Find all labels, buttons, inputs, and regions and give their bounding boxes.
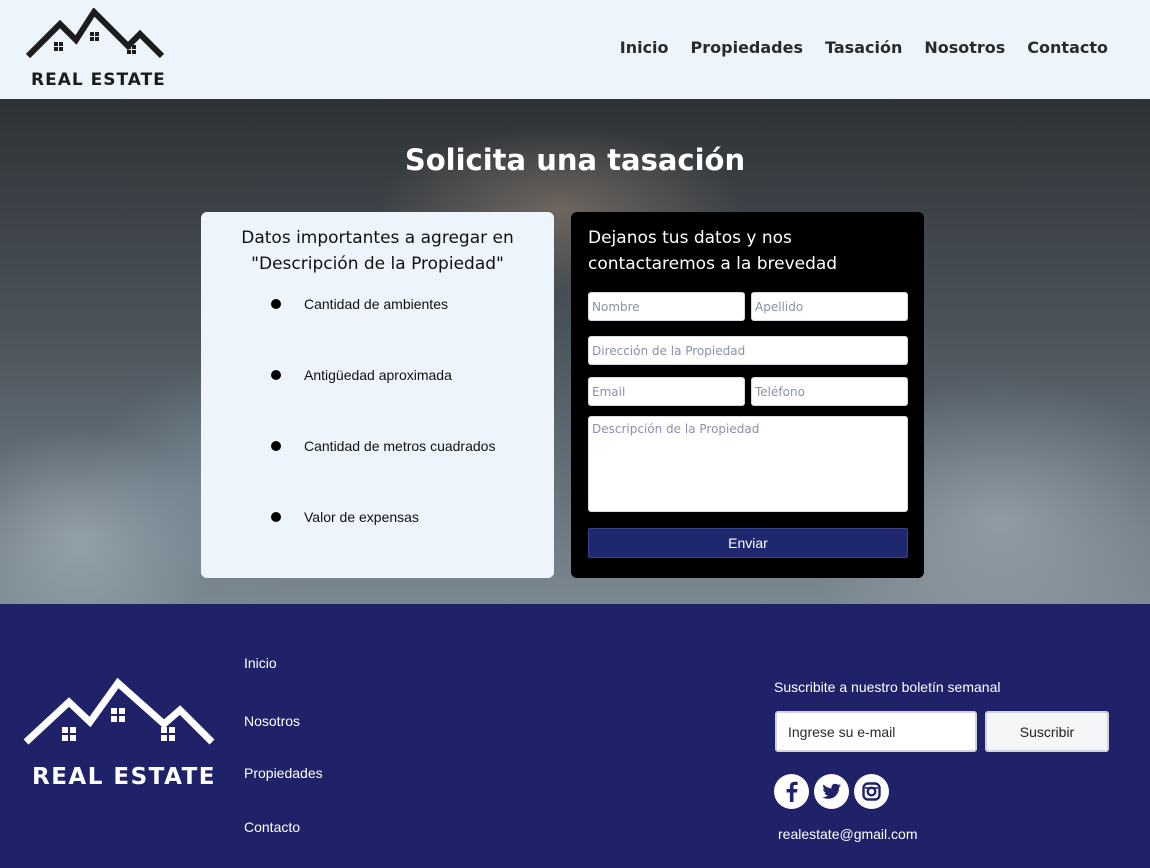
bullet-icon — [271, 441, 281, 451]
site-header: REAL ESTATE Inicio Propiedades Tasación … — [0, 0, 1150, 99]
logo-text: REAL ESTATE — [31, 70, 166, 90]
contact-form-card: Dejanos tus datos y nos contactaremos a … — [571, 212, 924, 578]
main-nav: Inicio Propiedades Tasación Nosotros Con… — [620, 38, 1108, 57]
bullet-icon — [271, 370, 281, 380]
houses-logo-icon — [23, 677, 215, 745]
contact-email: realestate@gmail.com — [778, 826, 918, 842]
enviar-button[interactable]: Enviar — [588, 528, 908, 558]
info-list: Cantidad de ambientes Antigüedad aproxim… — [201, 295, 554, 579]
telefono-field[interactable] — [751, 377, 908, 406]
nav-inicio[interactable]: Inicio — [620, 38, 669, 57]
info-card-title: Datos importantes a agregar en "Descripc… — [241, 228, 514, 274]
descripcion-field[interactable] — [588, 416, 908, 512]
bullet-icon — [271, 299, 281, 309]
newsletter-email-input[interactable] — [775, 711, 977, 752]
twitter-icon[interactable] — [814, 774, 849, 809]
bullet-icon — [271, 512, 281, 522]
site-footer: REAL ESTATE Inicio Nosotros Propiedades … — [0, 604, 1150, 868]
footer-link-contacto[interactable]: Contacto — [244, 819, 300, 835]
houses-logo-icon — [25, 8, 165, 59]
info-card: Datos importantes a agregar en "Descripc… — [201, 212, 554, 578]
form-card-title: Dejanos tus datos y nos contactaremos a … — [588, 228, 838, 274]
email-field[interactable] — [588, 377, 745, 406]
nav-nosotros[interactable]: Nosotros — [924, 38, 1005, 57]
hero-section: Solicita una tasación Datos importantes … — [0, 99, 1150, 604]
list-item: Valor de expensas — [201, 508, 554, 579]
footer-link-nosotros[interactable]: Nosotros — [244, 713, 300, 729]
footer-logo[interactable]: REAL ESTATE — [22, 677, 218, 796]
nav-contacto[interactable]: Contacto — [1027, 38, 1108, 57]
instagram-icon[interactable] — [854, 774, 889, 809]
nav-tasacion[interactable]: Tasación — [825, 38, 902, 57]
nav-propiedades[interactable]: Propiedades — [691, 38, 803, 57]
subscribe-button[interactable]: Suscribir — [985, 711, 1109, 752]
list-item: Cantidad de ambientes — [201, 295, 554, 366]
footer-link-inicio[interactable]: Inicio — [244, 655, 277, 671]
footer-logo-text: REAL ESTATE — [32, 764, 216, 790]
header-logo[interactable]: REAL ESTATE — [24, 8, 166, 92]
page-title: Solicita una tasación — [404, 143, 746, 177]
apellido-field[interactable] — [751, 292, 908, 321]
direccion-field[interactable] — [588, 336, 908, 365]
facebook-icon[interactable] — [774, 774, 809, 809]
list-item: Cantidad de metros cuadrados — [201, 437, 554, 508]
footer-link-propiedades[interactable]: Propiedades — [244, 765, 323, 781]
newsletter-label: Suscribite a nuestro boletín semanal — [774, 679, 1001, 695]
nombre-field[interactable] — [588, 292, 745, 321]
list-item: Antigüedad aproximada — [201, 366, 554, 437]
